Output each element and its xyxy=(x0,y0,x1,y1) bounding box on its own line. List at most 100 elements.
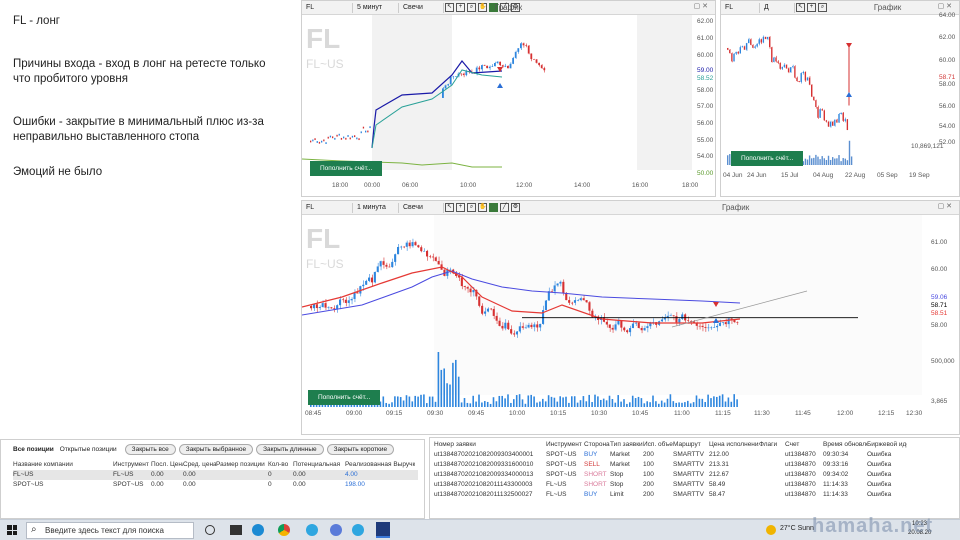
top-price-chart[interactable] xyxy=(302,15,692,181)
chrome-icon[interactable] xyxy=(278,524,290,536)
table-row[interactable]: SPOT~US SPOT~US 0.00 0.00 0 0.00 198.00 xyxy=(13,480,418,490)
interval-select[interactable]: 5 минут xyxy=(353,4,398,11)
volume-bar xyxy=(443,368,445,407)
candle xyxy=(426,250,429,257)
file-explorer-icon[interactable] xyxy=(230,525,242,535)
y-tick-label: 56.00 xyxy=(697,120,714,127)
volume-bar xyxy=(478,394,480,407)
telegram-icon[interactable] xyxy=(306,524,318,536)
interval-select[interactable]: Д xyxy=(760,4,794,11)
candle xyxy=(488,66,491,69)
volume-bar xyxy=(489,403,492,407)
volume-bar xyxy=(597,396,599,407)
candle xyxy=(724,322,727,325)
table-cell: Название компании xyxy=(13,461,73,468)
table-cell xyxy=(759,460,785,470)
table-cell: ut1384870 xyxy=(785,451,816,458)
crosshair-icon[interactable]: + xyxy=(807,3,816,12)
close-long-button[interactable]: Закрыть длинные xyxy=(256,444,324,455)
chart-type-select[interactable]: Свечи xyxy=(399,4,443,11)
table-cell: Биржевой идентиф xyxy=(867,441,907,448)
candle xyxy=(710,327,713,329)
zoom-icon[interactable]: ⌕ xyxy=(818,3,827,12)
table-row[interactable]: ut13848702021082009303400001 SPOT~US BUY Ma… xyxy=(434,450,959,460)
main-price-chart[interactable] xyxy=(302,215,922,411)
candle xyxy=(796,77,798,82)
messenger-icon[interactable] xyxy=(330,524,342,536)
candle xyxy=(402,246,405,248)
candle xyxy=(687,320,690,322)
candle xyxy=(360,131,362,134)
volume-bar xyxy=(402,400,405,407)
volume-bar xyxy=(602,398,605,407)
symbol-field[interactable]: FL xyxy=(721,4,759,11)
candle xyxy=(417,245,420,248)
cursor-icon[interactable]: ↖ xyxy=(796,3,805,12)
close-all-button[interactable]: Закрыть все xyxy=(124,444,176,455)
close-selected-button[interactable]: Закрыть выбранное xyxy=(178,444,254,455)
taskbar-search-input[interactable]: Введите здесь текст для поиска xyxy=(26,522,194,539)
window-controls-icon[interactable]: ▢ ✕ xyxy=(690,2,712,10)
close-short-button[interactable]: Закрыть короткие xyxy=(326,444,395,455)
volume-bar xyxy=(614,402,617,407)
volume-bar xyxy=(666,398,669,407)
table-row[interactable]: ut13848702021082011132500027 FL~US BUY Limi… xyxy=(434,490,959,500)
y-tick-label: 56.00 xyxy=(939,103,956,110)
symbol-field[interactable]: FL xyxy=(302,4,352,11)
tab-open-positions[interactable]: Открытые позиции xyxy=(60,446,117,453)
candle xyxy=(414,242,417,246)
candle xyxy=(605,321,608,325)
task-view-icon[interactable] xyxy=(205,525,215,535)
cursor-icon[interactable]: ↖ xyxy=(445,203,454,212)
volume-bar xyxy=(646,401,648,407)
fund-account-button[interactable]: Пополнить счёт... xyxy=(731,151,804,166)
zoom-icon[interactable]: ⌕ xyxy=(467,203,476,212)
candle xyxy=(775,57,777,62)
table-cell: ut1384870 xyxy=(785,471,816,478)
cursor-icon[interactable]: ↖ xyxy=(445,3,454,12)
window-controls-icon[interactable]: ▢ ✕ xyxy=(934,2,956,10)
table-row[interactable]: ut13848702021082009331600010 SPOT~US SELL M… xyxy=(434,460,959,470)
table-row[interactable]: ut13848702021082009334000013 SPOT~US SHORT… xyxy=(434,470,959,480)
candle xyxy=(533,324,536,328)
table-cell: SMARTTV xyxy=(673,481,704,488)
candle xyxy=(347,135,349,137)
fund-account-button[interactable]: Пополнить счёт... xyxy=(308,390,381,405)
table-row[interactable]: FL~US FL~US 0.00 0.00 0 0.00 4.00 xyxy=(13,470,418,480)
candle xyxy=(733,319,736,323)
candle xyxy=(484,311,487,314)
fund-account-button[interactable]: Пополнить счёт... xyxy=(310,161,383,176)
candle xyxy=(527,45,530,54)
volume-bar xyxy=(825,159,828,165)
pan-icon[interactable]: ✋ xyxy=(478,203,487,212)
zoom-icon[interactable]: ⌕ xyxy=(467,3,476,12)
interval-select[interactable]: 1 минута xyxy=(353,204,398,211)
pan-icon[interactable]: ✋ xyxy=(478,3,487,12)
telegram-icon[interactable] xyxy=(352,524,364,536)
table-row[interactable]: ut13848702021082011143300003 FL~US SHORT St… xyxy=(434,480,959,490)
chart-type-select[interactable]: Свечи xyxy=(399,204,443,211)
x-tick-label: 06:00 xyxy=(402,182,419,189)
table-cell: 200 xyxy=(643,491,654,498)
candle xyxy=(821,109,823,111)
window-controls-icon[interactable]: ▢ ✕ xyxy=(934,202,956,210)
windows-start-icon[interactable] xyxy=(7,525,17,535)
line-tool-icon[interactable] xyxy=(489,203,498,212)
candle xyxy=(501,325,504,329)
tab-all-positions[interactable]: Все позиции xyxy=(13,446,54,453)
x-tick-label: 15 Jul xyxy=(781,172,799,179)
candle xyxy=(512,57,514,64)
symbol-field[interactable]: FL xyxy=(302,204,352,211)
settings-icon[interactable]: ⚙ xyxy=(511,203,520,212)
y-tick-label: 57.00 xyxy=(697,103,714,110)
candle xyxy=(462,73,465,76)
edge-icon[interactable] xyxy=(252,524,264,536)
candle xyxy=(836,119,838,123)
table-cell: 200 xyxy=(643,481,654,488)
draw-icon[interactable]: ╱ xyxy=(500,203,509,212)
trading-app-icon[interactable] xyxy=(376,522,390,538)
candle xyxy=(781,66,783,69)
crosshair-icon[interactable]: + xyxy=(456,203,465,212)
crosshair-icon[interactable]: + xyxy=(456,3,465,12)
candle xyxy=(743,46,746,50)
